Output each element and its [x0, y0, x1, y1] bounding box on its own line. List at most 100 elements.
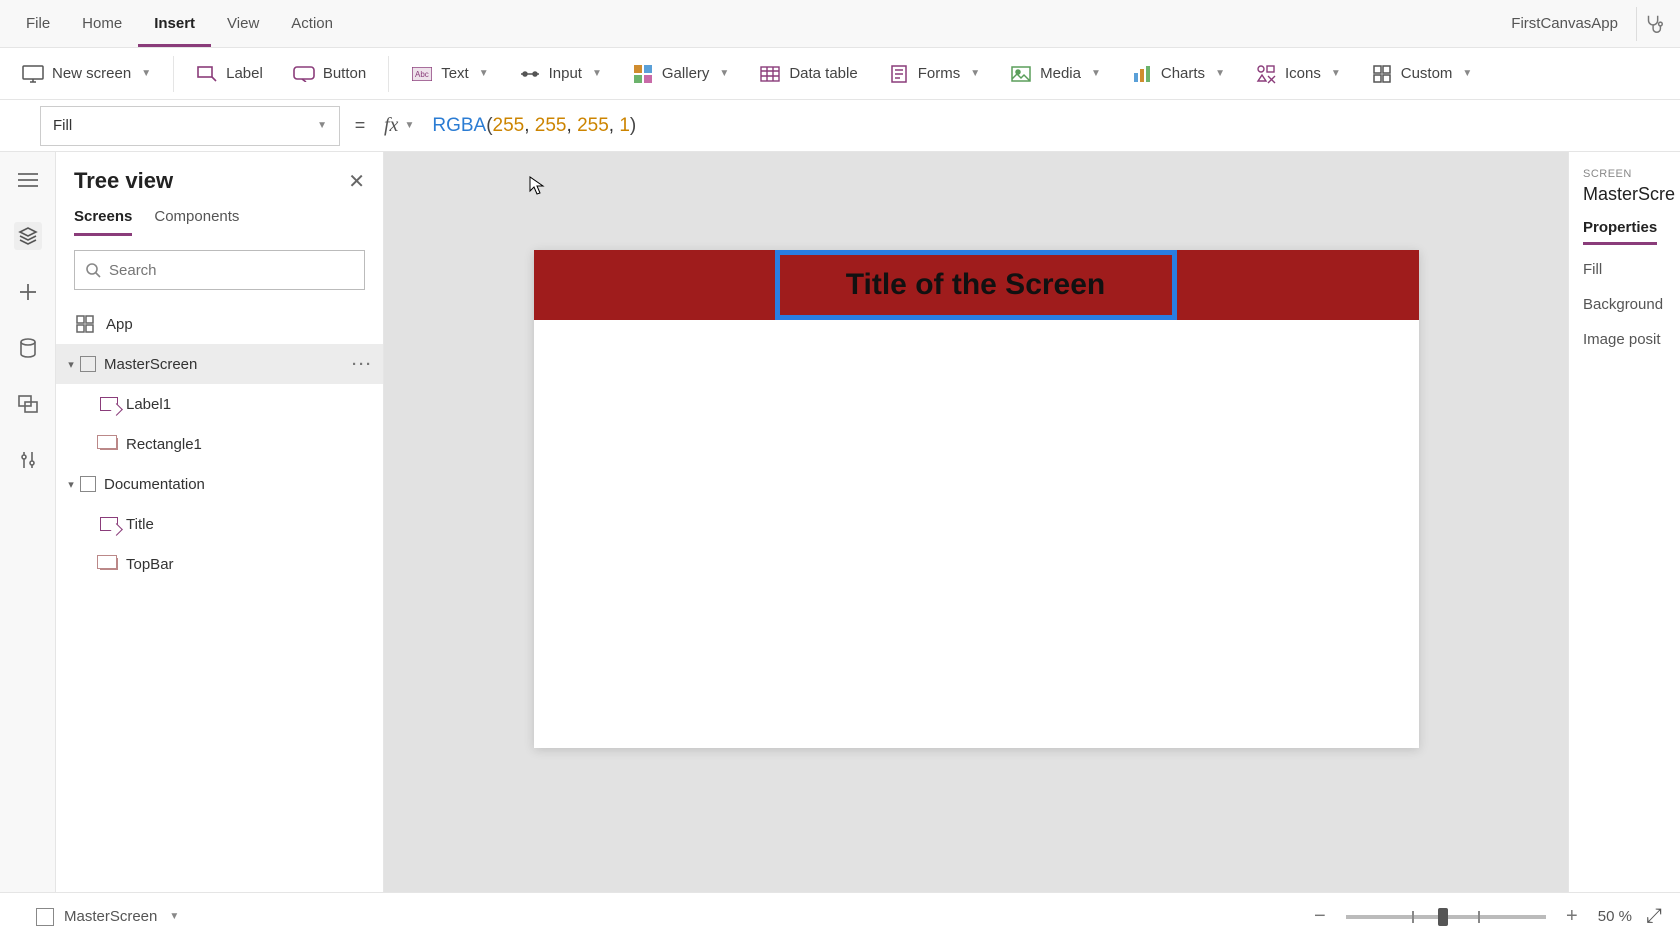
- custom-btn-text: Custom: [1401, 65, 1453, 82]
- rectangle-icon: [100, 438, 118, 450]
- tree-label: Title: [126, 516, 154, 533]
- forms-button[interactable]: Forms ▼: [876, 57, 992, 91]
- zoom-thumb[interactable]: [1438, 908, 1448, 926]
- screen-icon: [80, 356, 96, 372]
- media-panel-icon[interactable]: [14, 390, 42, 418]
- tree-label: Label1: [126, 396, 171, 413]
- data-table-btn-text: Data table: [789, 65, 857, 82]
- tools-icon[interactable]: [14, 446, 42, 474]
- collapse-icon[interactable]: ▾: [62, 358, 80, 371]
- tab-components[interactable]: Components: [154, 208, 239, 236]
- tree-view-pane: Tree view ✕ Screens Components App ▾ Mas…: [56, 152, 384, 892]
- canvas-title-label[interactable]: Title of the Screen: [775, 250, 1177, 320]
- new-screen-label: New screen: [52, 65, 131, 82]
- prop-background[interactable]: Background: [1583, 296, 1680, 313]
- app-name: FirstCanvasApp: [1511, 15, 1636, 32]
- charts-btn-text: Charts: [1161, 65, 1205, 82]
- formula-input[interactable]: RGBA(255, 255, 255, 1): [418, 114, 1680, 137]
- input-button[interactable]: Input ▼: [507, 57, 614, 91]
- data-icon[interactable]: [14, 334, 42, 362]
- tree-node-topbar[interactable]: TopBar: [56, 544, 383, 584]
- screen-icon: [80, 476, 96, 492]
- search-icon: [85, 262, 101, 278]
- media-btn-text: Media: [1040, 65, 1081, 82]
- tab-screens[interactable]: Screens: [74, 208, 132, 236]
- search-input[interactable]: [109, 262, 354, 279]
- icons-btn-text: Icons: [1285, 65, 1321, 82]
- cursor-icon: [529, 176, 545, 196]
- label-icon: [196, 63, 218, 85]
- canvas-screen[interactable]: Title of the Screen: [534, 250, 1419, 748]
- tree-label: Documentation: [104, 476, 205, 493]
- tree-node-title[interactable]: Title: [56, 504, 383, 544]
- zoom-out-button[interactable]: −: [1308, 905, 1332, 928]
- tree-node-masterscreen[interactable]: ▾ MasterScreen ···: [56, 344, 383, 384]
- collapse-icon[interactable]: ▾: [62, 478, 80, 491]
- tree-label: Rectangle1: [126, 436, 202, 453]
- text-button[interactable]: Abc Text ▼: [399, 57, 500, 91]
- gallery-button[interactable]: Gallery ▼: [620, 57, 741, 91]
- charts-icon: [1131, 63, 1153, 85]
- media-button[interactable]: Media ▼: [998, 57, 1113, 91]
- tab-properties[interactable]: Properties: [1583, 219, 1657, 245]
- left-rail: [0, 152, 56, 892]
- custom-button[interactable]: Custom ▼: [1359, 57, 1485, 91]
- expand-icon[interactable]: ⤢: [1646, 905, 1662, 928]
- svg-text:Abc: Abc: [415, 70, 429, 79]
- add-icon[interactable]: [14, 278, 42, 306]
- tree-node-rectangle1[interactable]: Rectangle1: [56, 424, 383, 464]
- zoom-slider[interactable]: [1346, 915, 1546, 919]
- rp-name: MasterScre: [1583, 184, 1680, 205]
- button-button[interactable]: Button: [281, 57, 378, 91]
- button-btn-text: Button: [323, 65, 366, 82]
- menu-action[interactable]: Action: [275, 1, 349, 47]
- chevron-down-icon: ▼: [719, 68, 729, 79]
- tree-label: App: [106, 316, 133, 333]
- input-btn-text: Input: [549, 65, 582, 82]
- tree-node-label1[interactable]: Label1: [56, 384, 383, 424]
- screen-icon: [22, 63, 44, 85]
- tree-label: MasterScreen: [104, 356, 197, 373]
- forms-btn-text: Forms: [918, 65, 961, 82]
- data-table-button[interactable]: Data table: [747, 57, 869, 91]
- prop-image-position[interactable]: Image posit: [1583, 331, 1680, 348]
- menu-home[interactable]: Home: [66, 1, 138, 47]
- tree-node-documentation[interactable]: ▾ Documentation: [56, 464, 383, 504]
- main-area: Tree view ✕ Screens Components App ▾ Mas…: [0, 152, 1680, 892]
- menu-file[interactable]: File: [10, 1, 66, 47]
- tree-list: App ▾ MasterScreen ··· Label1 Rectangle1…: [56, 300, 383, 892]
- property-selector[interactable]: Fill ▼: [40, 106, 340, 146]
- table-icon: [759, 63, 781, 85]
- tree-view-title: Tree view: [74, 168, 173, 194]
- fx-icon[interactable]: fx▼: [380, 114, 418, 137]
- hamburger-icon[interactable]: [14, 166, 42, 194]
- status-bar: MasterScreen ▼ − + 50 % ⤢: [0, 892, 1680, 940]
- formula-bar: Fill ▼ = fx▼ RGBA(255, 255, 255, 1): [0, 100, 1680, 152]
- more-icon[interactable]: ···: [352, 356, 373, 373]
- property-name: Fill: [53, 117, 72, 134]
- label-button[interactable]: Label: [184, 57, 275, 91]
- stethoscope-icon[interactable]: [1636, 7, 1670, 41]
- chevron-down-icon: ▼: [317, 120, 327, 131]
- menu-view[interactable]: View: [211, 1, 275, 47]
- equals-sign: =: [340, 115, 380, 136]
- zoom-in-button[interactable]: +: [1560, 905, 1584, 928]
- charts-button[interactable]: Charts ▼: [1119, 57, 1237, 91]
- tree-search[interactable]: [74, 250, 365, 290]
- prop-fill[interactable]: Fill: [1583, 261, 1680, 278]
- zoom-value: 50 %: [1598, 908, 1632, 925]
- chevron-down-icon: ▼: [1215, 68, 1225, 79]
- canvas-area[interactable]: Title of the Screen: [384, 152, 1568, 892]
- close-icon[interactable]: ✕: [348, 169, 365, 194]
- input-icon: [519, 63, 541, 85]
- tree-node-app[interactable]: App: [56, 304, 383, 344]
- tree-view-icon[interactable]: [14, 222, 42, 250]
- status-screen-name[interactable]: MasterScreen: [64, 908, 157, 925]
- chevron-down-icon[interactable]: ▼: [169, 911, 179, 922]
- menu-insert[interactable]: Insert: [138, 1, 211, 47]
- new-screen-button[interactable]: New screen ▼: [10, 57, 163, 91]
- label-icon: [100, 397, 118, 411]
- gallery-icon: [632, 63, 654, 85]
- media-icon: [1010, 63, 1032, 85]
- icons-button[interactable]: Icons ▼: [1243, 57, 1353, 91]
